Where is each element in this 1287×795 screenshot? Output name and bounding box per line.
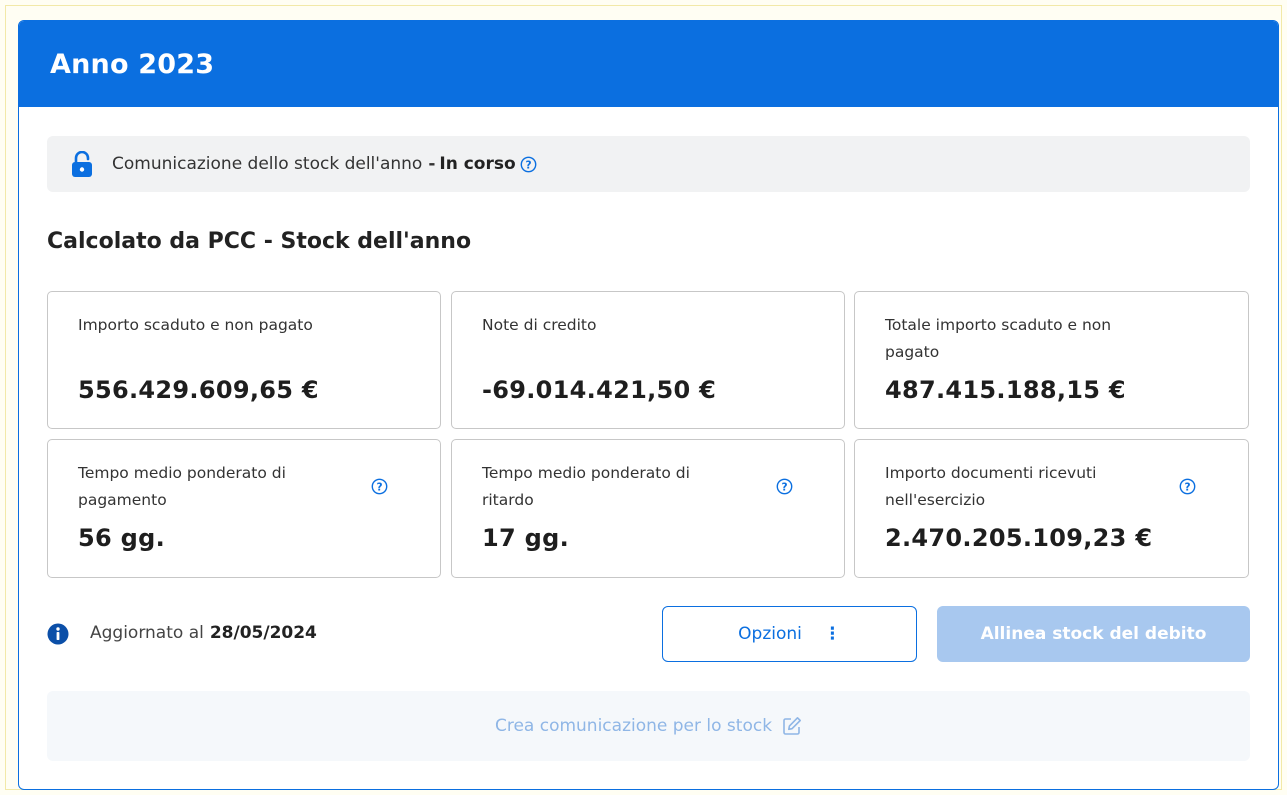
- create-communication-label: Crea comunicazione per lo stock: [494, 716, 773, 736]
- status-separator: -: [428, 154, 436, 174]
- tile-tempo-ritardo: Tempo medio ponderato di ritardo ? 17 gg…: [451, 439, 845, 578]
- updated-date: 28/05/2024: [209, 623, 317, 643]
- tile-importo-documenti: Importo documenti ricevuti nell'esercizi…: [854, 439, 1249, 578]
- kebab-menu-icon: ⋮: [823, 624, 841, 644]
- options-button[interactable]: Opzioni ⋮: [662, 606, 917, 662]
- status-bar: Comunicazione dello stock dell'anno - In…: [47, 136, 1250, 192]
- tile-note-credito: Note di credito -69.014.421,50 €: [451, 291, 845, 429]
- tile-value: 17 gg.: [482, 524, 570, 552]
- svg-text:?: ?: [781, 481, 787, 493]
- svg-text:?: ?: [1184, 481, 1190, 493]
- section-title: Calcolato da PCC - Stock dell'anno: [47, 229, 472, 254]
- options-label: Opzioni: [738, 624, 802, 644]
- tile-label: Importo scaduto e non pagato: [78, 316, 313, 334]
- status-value: In corso: [439, 154, 516, 174]
- tile-tempo-pagamento: Tempo medio ponderato di pagamento ? 56 …: [47, 439, 441, 578]
- tile-value: 556.429.609,65 €: [78, 376, 319, 404]
- tile-label: Note di credito: [482, 316, 597, 334]
- card-title: Anno 2023: [50, 48, 215, 80]
- tile-label-line2: pagamento: [78, 491, 167, 509]
- create-communication-button[interactable]: Crea comunicazione per lo stock: [47, 691, 1250, 761]
- align-stock-button[interactable]: Allinea stock del debito: [937, 606, 1250, 662]
- edit-icon: [783, 717, 802, 735]
- tile-totale-importo: Totale importo scaduto e non pagato 487.…: [854, 291, 1249, 429]
- tile-label-line2: nell'esercizio: [885, 491, 986, 509]
- tile-label: Totale importo scaduto e non: [885, 316, 1112, 334]
- card-header: Anno 2023: [19, 21, 1278, 107]
- tile-label-line2: ritardo: [482, 491, 534, 509]
- updated-label: Aggiornato al: [90, 623, 204, 643]
- status-label: Comunicazione dello stock dell'anno: [112, 154, 423, 174]
- updated-info: Aggiornato al 28/05/2024: [90, 623, 317, 643]
- svg-text:?: ?: [525, 159, 531, 171]
- tile-label: Importo documenti ricevuti: [885, 464, 1097, 482]
- help-icon[interactable]: ?: [520, 156, 537, 173]
- align-stock-label: Allinea stock del debito: [980, 624, 1207, 644]
- footer-row: Aggiornato al 28/05/2024 Opzioni ⋮ Alline…: [47, 606, 1250, 662]
- lock-open-icon: [72, 151, 92, 177]
- tile-value: 487.415.188,15 €: [885, 376, 1126, 404]
- help-icon[interactable]: ?: [1179, 478, 1196, 495]
- tile-value: 56 gg.: [78, 524, 166, 552]
- tile-value: 2.470.205.109,23 €: [885, 524, 1153, 552]
- help-icon[interactable]: ?: [371, 478, 388, 495]
- svg-text:?: ?: [376, 481, 382, 493]
- tile-label: Tempo medio ponderato di: [78, 464, 286, 482]
- year-card: Anno 2023 Comunicazione dello stock dell…: [18, 20, 1279, 790]
- tile-label-line2: pagato: [885, 343, 940, 361]
- tile-label: Tempo medio ponderato di: [482, 464, 690, 482]
- info-icon: [47, 623, 69, 645]
- tile-value: -69.014.421,50 €: [482, 376, 717, 404]
- tile-importo-scaduto: Importo scaduto e non pagato 556.429.609…: [47, 291, 441, 429]
- help-icon[interactable]: ?: [776, 478, 793, 495]
